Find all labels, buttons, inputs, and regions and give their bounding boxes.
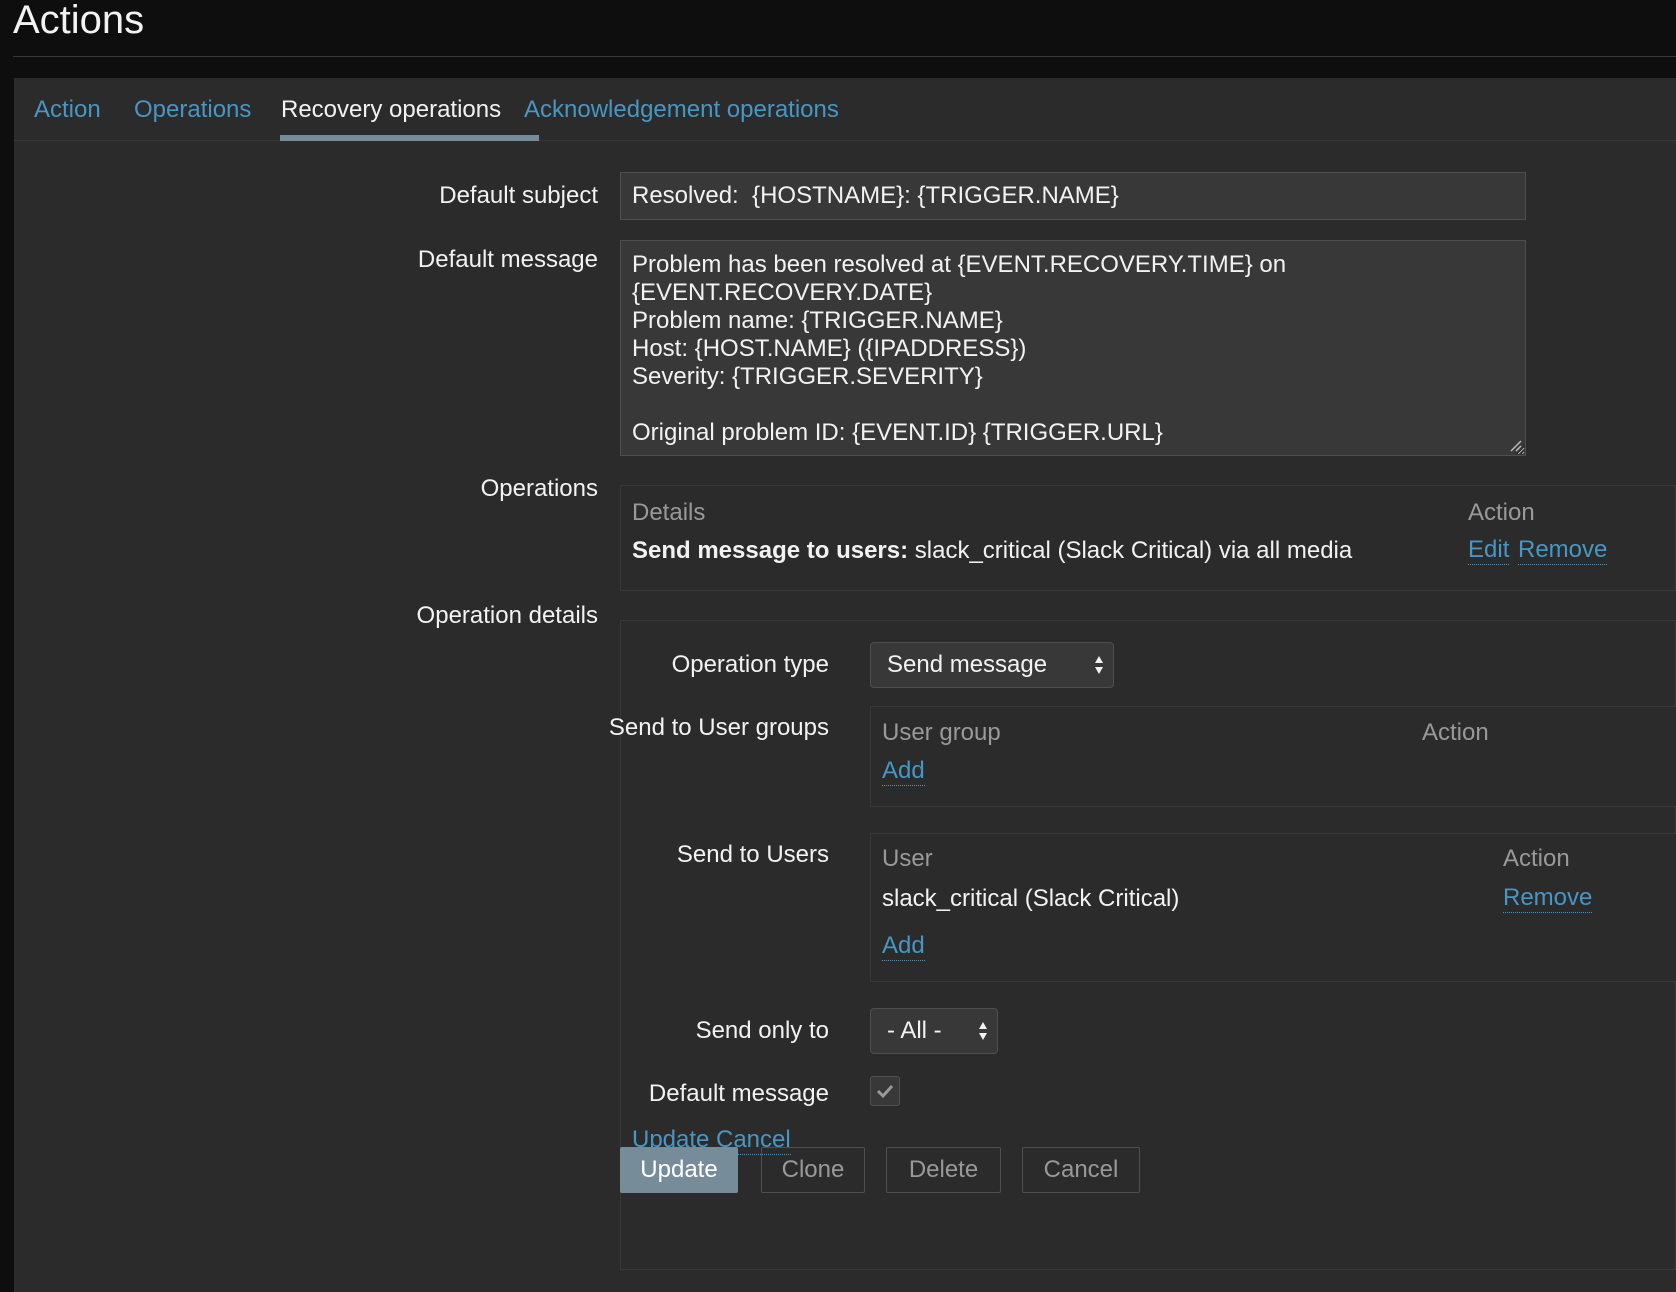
select-arrows-icon (979, 1022, 987, 1040)
operation-type-value: Send message (887, 651, 1048, 678)
tab-recovery-operations[interactable]: Recovery operations (281, 78, 501, 141)
send-to-user-groups-label: Send to User groups (608, 714, 829, 741)
remove-operation-link[interactable]: Remove (1518, 536, 1608, 565)
tab-action[interactable]: Action (34, 78, 101, 141)
default-subject-input[interactable] (620, 172, 1526, 220)
active-tab-indicator (280, 135, 539, 141)
action-column-header: Action (1468, 499, 1535, 526)
default-message-textarea[interactable]: Problem has been resolved at {EVENT.RECO… (620, 240, 1526, 456)
operation-details-label: Operation details (416, 602, 598, 629)
send-to-users-label: Send to Users (676, 841, 829, 868)
title-divider (13, 56, 1676, 57)
users-table: User Action slack_critical (Slack Critic… (870, 833, 1676, 982)
user-groups-table: User group Action Add (870, 706, 1676, 807)
user-group-column-header: User group (882, 719, 1001, 746)
update-button[interactable]: Update (620, 1147, 738, 1193)
select-arrows-icon (1095, 656, 1103, 674)
operation-type-text: Send message to users: (632, 537, 909, 564)
action-form-panel: Action Operations Recovery operations Ac… (14, 78, 1676, 1292)
page-title: Actions (13, 0, 145, 42)
operation-description: slack_critical (Slack Critical) via all … (908, 537, 1353, 564)
resize-handle-icon[interactable] (1510, 440, 1522, 452)
add-user-group-link[interactable]: Add (882, 757, 925, 786)
operation-type-label: Operation type (671, 651, 829, 678)
delete-button[interactable]: Delete (886, 1147, 1001, 1193)
user-action-column-header: Action (1503, 845, 1570, 872)
send-only-to-value: - All - (887, 1017, 942, 1044)
remove-user-link[interactable]: Remove (1503, 884, 1593, 913)
operation-row: Send message to users: slack_critical (S… (632, 537, 1352, 565)
send-only-to-label: Send only to (695, 1017, 829, 1044)
tab-acknowledgement-operations[interactable]: Acknowledgement operations (524, 78, 839, 141)
user-row-name: slack_critical (Slack Critical) (882, 885, 1180, 912)
default-subject-label: Default subject (439, 182, 598, 209)
send-only-to-select[interactable]: - All - (870, 1008, 998, 1054)
operations-table: Details Action Send message to users: sl… (620, 485, 1676, 591)
default-message-checkbox[interactable] (870, 1076, 900, 1106)
user-group-action-column-header: Action (1422, 719, 1489, 746)
checkmark-icon (876, 1084, 894, 1099)
default-message-option-label: Default message (648, 1080, 829, 1107)
tab-bar: Action Operations Recovery operations Ac… (14, 78, 1676, 141)
edit-operation-link[interactable]: Edit (1468, 536, 1510, 565)
add-user-link[interactable]: Add (882, 932, 925, 961)
user-column-header: User (882, 845, 933, 872)
tab-operations[interactable]: Operations (134, 78, 251, 141)
operations-label: Operations (480, 475, 598, 502)
default-message-label: Default message (417, 246, 598, 273)
cancel-button[interactable]: Cancel (1022, 1147, 1140, 1193)
details-column-header: Details (632, 499, 706, 526)
operation-type-select[interactable]: Send message (870, 642, 1114, 688)
clone-button[interactable]: Clone (761, 1147, 865, 1193)
